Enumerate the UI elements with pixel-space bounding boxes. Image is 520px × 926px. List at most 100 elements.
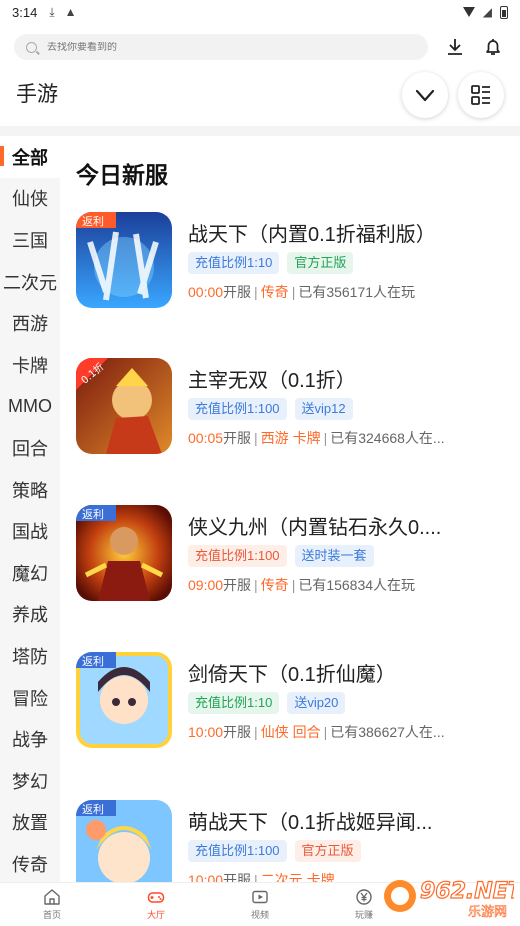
sidebar-item-idle[interactable]: 放置 [0,802,60,844]
watermark-text: 962.NET [420,879,514,904]
game-icon: 返利 [76,505,172,601]
yen-icon [356,889,372,905]
game-icon: 返利 [76,800,172,882]
chevron-down-icon [415,89,435,102]
nav-item-label: 视频 [250,910,269,920]
tag-recharge-ratio: 充值比例1:10 [188,692,280,714]
tag-recharge-ratio: 充值比例1:100 [188,398,287,420]
player-count: 已有356171人在玩 [298,284,416,300]
game-icon: 返利 [76,212,172,308]
status-time: 3:14 [12,4,38,20]
game-list-item[interactable]: 返利 萌战天下（0.1折战姬异闻... 充值比例1:100 官方正版 10:00… [76,800,516,882]
open-time: 10:00 [188,724,224,740]
game-meta: 10:00开服 | 仙侠 回合 | 已有386627人在... [188,724,445,740]
open-label: 开服 [223,872,252,882]
sidebar-item-label: 策略 [12,480,48,501]
sidebar-item-mmo[interactable]: MMO [0,386,60,428]
download-status-icon: ⤓ [49,4,55,19]
nav-item-lobby[interactable]: 大厅 [104,883,208,926]
list-layout-icon [471,85,490,105]
game-category: 传奇 [260,577,289,593]
tag-official: 官方正版 [294,840,361,862]
sidebar-item-dream[interactable]: 梦幻 [0,760,60,802]
sidebar-item-nurture[interactable]: 养成 [0,594,60,636]
sidebar-item-xiyou[interactable]: 西游 [0,302,60,344]
site-watermark-logo: 962.NET 乐游网 [384,878,514,920]
game-category: 二次元 [260,872,303,882]
game-list-item[interactable]: 返利 剑倚天下（0.1折仙魔） 充值比例1:10 送vip20 10:00开服 |… [76,652,516,752]
main-content: 今日新服 返利 战天下（内置0.1折福利版） 充值比例1:10 官方正版 00:… [60,136,520,882]
tag-recharge-ratio: 充值比例1:100 [188,840,287,862]
sidebar-item-xianxia[interactable]: 仙侠 [0,178,60,220]
sidebar-item-label: 塔防 [12,646,48,667]
gamepad-icon [147,892,165,903]
sidebar-item-label: 西游 [12,314,48,335]
game-meta: 00:00开服 | 传奇 | 已有356171人在玩 [188,284,416,300]
open-label: 开服 [223,577,252,593]
layout-toggle-button[interactable] [458,72,504,118]
sidebar-item-turn-based[interactable]: 回合 [0,427,60,469]
open-label: 开服 [223,430,252,446]
game-list-item[interactable]: 返利 战天下（内置0.1折福利版） 充值比例1:10 官方正版 00:00开服 |… [76,212,516,312]
sidebar-item-label: 全部 [12,147,48,168]
nav-item-home[interactable]: 首页 [0,883,104,926]
nav-item-label: 玩赚 [354,910,373,920]
game-list-item[interactable]: 0.1折 主宰无双（0.1折） 充值比例1:100 送vip12 00:05开服… [76,358,516,458]
wifi-icon [462,7,475,17]
tag-vip: 送vip12 [294,398,353,420]
search-input[interactable] [47,41,387,53]
status-bar: 3:14 ⤓ ▲ ◢ [0,0,520,24]
sidebar-item-all[interactable]: 全部 [0,136,60,178]
sidebar-item-label: 二次元 [3,272,57,293]
sidebar-item-label: 传奇 [12,854,48,875]
open-time: 00:05 [188,430,224,446]
nav-item-label: 首页 [42,910,61,920]
watermark-sub: 乐游网 [468,905,507,920]
tag-vip: 送vip20 [287,692,346,714]
category-sidebar: 全部 仙侠 三国 二次元 西游 卡牌 MMO 回合 策略 国战 魔幻 养成 塔防… [0,136,60,882]
search-box[interactable] [14,34,428,60]
tag-official: 官方正版 [287,252,354,274]
nav-item-video[interactable]: 视频 [208,883,312,926]
game-list-item[interactable]: 返利 侠义九州（内置钻石永久0.... 充值比例1:100 送时装一套 09:0… [76,505,516,605]
sidebar-item-adventure[interactable]: 冒险 [0,677,60,719]
sidebar-item-label: 战争 [12,730,48,751]
nav-item-label: 大厅 [146,910,165,920]
sidebar-item-anime[interactable]: 二次元 [0,261,60,303]
game-meta: 00:05开服 | 西游 卡牌 | 已有324668人在... [188,430,445,446]
game-name: 剑倚天下（0.1折仙魔） [188,664,396,684]
game-category: 卡牌 [306,872,335,882]
game-name: 萌战天下（0.1折战姬异闻... [188,812,433,832]
sidebar-item-fantasy[interactable]: 魔幻 [0,552,60,594]
player-count: 已有156834人在玩 [298,577,416,593]
download-icon[interactable] [444,36,466,58]
game-meta: 09:00开服 | 传奇 | 已有156834人在玩 [188,577,416,593]
tag-recharge-ratio: 充值比例1:10 [188,252,280,274]
section-title: 今日新服 [76,162,168,188]
open-label: 开服 [223,724,252,740]
sidebar-item-card[interactable]: 卡牌 [0,344,60,386]
game-name: 主宰无双（0.1折） [188,370,356,390]
sidebar-item-nation-war[interactable]: 国战 [0,510,60,552]
sidebar-item-label: 养成 [12,605,48,626]
icon-badge: 返利 [82,508,104,521]
sidebar-item-label: 梦幻 [12,771,48,792]
battery-icon [500,5,508,19]
game-name: 侠义九州（内置钻石永久0.... [188,517,442,537]
notification-status-icon: ▲ [64,5,77,19]
page-header: 手游 [0,70,520,120]
tag-gift: 送时装一套 [294,545,374,567]
bell-icon[interactable] [482,36,504,58]
sidebar-item-strategy[interactable]: 策略 [0,469,60,511]
collapse-button[interactable] [402,72,448,118]
search-icon [26,41,37,53]
sidebar-item-label: 魔幻 [12,563,48,584]
sidebar-item-label: 回合 [12,438,48,459]
sidebar-item-label: 三国 [12,230,48,251]
sidebar-item-tower-defense[interactable]: 塔防 [0,635,60,677]
player-count: 已有386627人在... [330,724,445,740]
sidebar-item-label: 卡牌 [12,355,48,376]
sidebar-item-sanguo[interactable]: 三国 [0,219,60,261]
sidebar-item-war[interactable]: 战争 [0,718,60,760]
sidebar-item-legend[interactable]: 传奇 [0,843,60,882]
